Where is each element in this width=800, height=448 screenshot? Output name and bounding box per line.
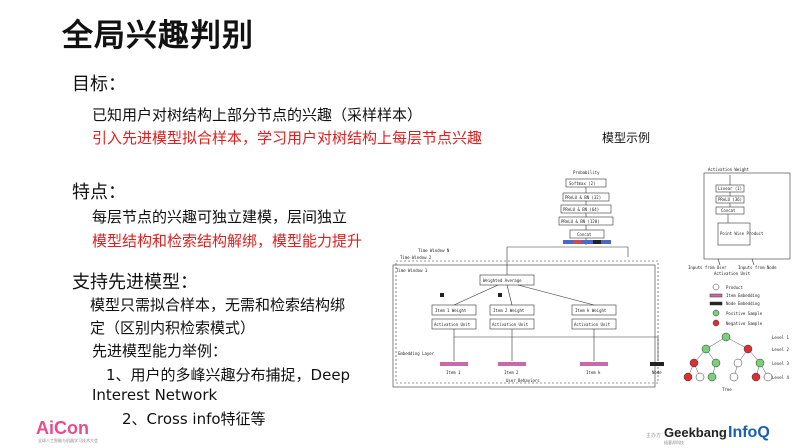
au-prelu-label: PReLU (36) xyxy=(718,197,742,202)
time-window-2-label: Time Window 2 xyxy=(400,255,432,260)
item1-weight-label: Item 1 Weight xyxy=(435,308,467,313)
node-label: Node xyxy=(652,370,662,375)
time-window-n-label: Time Window N xyxy=(418,248,450,253)
activation-unit-detail-box xyxy=(703,172,791,260)
features-heading: 特点： xyxy=(72,182,126,203)
au-input-user-label: Inputs from User xyxy=(688,265,727,270)
goal-heading: 目标： xyxy=(72,74,126,95)
level-1-label: Level 1 xyxy=(772,335,789,340)
models-line-4: 1、用户的多峰兴趣分布捕捉，Deep xyxy=(106,366,351,384)
activation-unit-2-label: Activation Unit xyxy=(492,322,529,327)
au-caption-label: Activation Unit xyxy=(714,271,751,276)
page-title: 全局兴趣判别 xyxy=(62,18,254,54)
item2-weight-label: Item 2 Weight xyxy=(493,308,525,313)
models-line-1: 模型只需拟合样本，无需和检索结构绑 xyxy=(90,296,346,314)
concat-label: Concat xyxy=(577,232,592,237)
models-line-5: Interest Network xyxy=(92,386,218,404)
legend-positive-label: Positive Sample xyxy=(726,311,763,316)
softmax-label: Softmax (2) xyxy=(569,181,596,186)
user-behaviors-label: User Behaviors xyxy=(506,378,540,383)
aicon-logo: AiCon xyxy=(36,418,89,439)
aicon-subtitle: 全球人工智能与机器学习技术大会 xyxy=(38,438,98,443)
aicon-logo-text: AiCon xyxy=(36,418,89,438)
itemk-weight-label: Item k Weight xyxy=(575,308,607,313)
model-example-caption: 模型示例 xyxy=(602,131,651,145)
au-concat-label: Concat xyxy=(721,208,736,213)
au-input-node-label: Inputs from Node xyxy=(738,265,777,270)
level-2-label: Level 2 xyxy=(772,347,789,352)
itemk-label: Item k xyxy=(586,370,601,375)
au-linear-label: Linear (1) xyxy=(718,186,742,191)
models-line-2: 定（区别内积检索模式） xyxy=(90,319,256,337)
models-line-6: 2、Cross info特征等 xyxy=(122,410,266,428)
embedding-layer-label: Embedding Layer xyxy=(398,351,435,356)
legend-product-label: Product xyxy=(726,285,743,290)
legend-item-label: Item Embedding xyxy=(726,293,760,298)
models-line-3: 先进模型能力举例： xyxy=(92,342,228,360)
au-title-label: Activation Weight xyxy=(708,167,750,172)
geekbang-subtitle: 极客邦科技 xyxy=(664,440,684,445)
time-window-1-label: Time Window 1 xyxy=(396,268,428,273)
legend-negative-label: Negative Sample xyxy=(726,321,763,326)
activation-unit-1-label: Activation Unit xyxy=(434,322,471,327)
mlp-layer3-label: PReLU & BN (128) xyxy=(561,219,600,224)
model-diagram: Probability Softmax (2) PReLU & BN (32) … xyxy=(392,167,791,392)
models-heading: 支持先进模型： xyxy=(72,272,198,293)
level-3-label: Level 3 xyxy=(772,361,789,366)
sponsor-label: 主办方 xyxy=(646,433,662,439)
goal-line-1: 已知用户对树结构上部分节点的兴趣（采样样本） xyxy=(92,106,423,124)
level-4-label: Level 4 xyxy=(772,375,789,380)
activation-unit-k-label: Activation Unit xyxy=(574,322,611,327)
features-line-2: 模型结构和检索结构解绑，模型能力提升 xyxy=(92,232,363,250)
mlp-layer2-label: PReLU & BN (64) xyxy=(563,207,599,212)
item2-label: Item 2 xyxy=(504,370,519,375)
goal-line-2: 引入先进模型拟合样本，学习用户对树结构上每层节点兴趣 xyxy=(92,129,483,147)
au-product-label: Point Wise Product xyxy=(720,231,764,236)
features-line-1: 每层节点的兴趣可独立建模，层间独立 xyxy=(92,208,348,226)
infoq-logo: InfoQ xyxy=(728,424,770,441)
tree-caption-label: Tree xyxy=(722,387,732,392)
item1-label: Item 1 xyxy=(446,370,461,375)
legend-node-label: Node Embedding xyxy=(726,301,760,306)
weighted-average-label: Weighted Average xyxy=(483,278,522,283)
geekbang-logo: Geekbang xyxy=(664,425,727,440)
mlp-layer1-label: PReLU & BN (32) xyxy=(565,195,601,200)
probability-label: Probability xyxy=(573,170,600,175)
